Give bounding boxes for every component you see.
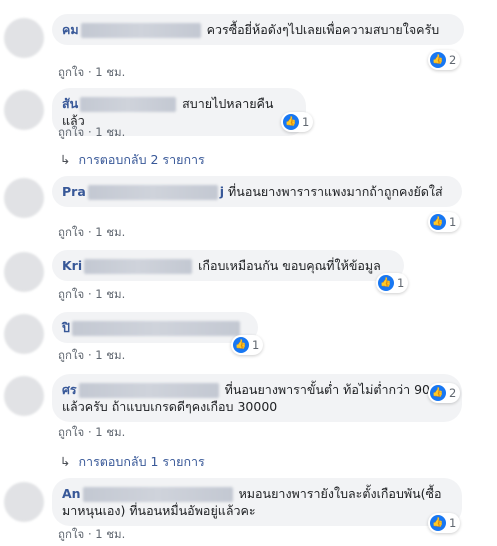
like-link[interactable]: ถูกใจ <box>58 348 84 362</box>
redacted-name <box>84 259 193 274</box>
commenter-name[interactable]: Pra <box>62 184 86 199</box>
comment-meta: ถูกใจ · 1 ชม. <box>58 225 126 239</box>
comment-meta: ถูกใจ · 1 ชม. <box>58 348 126 362</box>
thumbs-up-icon: 👍 <box>430 515 446 531</box>
reply-arrow-icon: ↳ <box>60 454 71 469</box>
reply-arrow-icon: ↳ <box>60 152 71 167</box>
timestamp[interactable]: 1 ชม. <box>95 425 125 439</box>
thumbs-up-icon: 👍 <box>430 214 446 230</box>
redacted-name <box>82 487 233 502</box>
avatar[interactable] <box>4 376 44 416</box>
redacted-name <box>87 185 218 200</box>
like-link[interactable]: ถูกใจ <box>58 65 84 79</box>
avatar[interactable] <box>4 178 44 218</box>
commenter-name[interactable]: ศร <box>62 382 77 397</box>
thumbs-up-icon: 👍 <box>283 114 299 130</box>
thumbs-up-icon: 👍 <box>430 52 446 68</box>
view-replies-link[interactable]: ↳ การตอบกลับ 1 รายการ <box>60 452 205 472</box>
reaction-count[interactable]: 👍 2 <box>428 50 461 70</box>
redacted-name <box>80 23 201 38</box>
like-link[interactable]: ถูกใจ <box>58 125 84 139</box>
comment-text: ที่นอนยางพาราราแพงมากถ้าถูกคงยัดใส่ <box>228 184 443 199</box>
thumbs-up-icon: 👍 <box>233 337 249 353</box>
avatar[interactable] <box>4 314 44 354</box>
avatar[interactable] <box>4 252 44 292</box>
avatar[interactable] <box>4 90 44 130</box>
commenter-name[interactable]: สัน <box>62 96 78 111</box>
timestamp[interactable]: 1 ชม. <box>95 527 125 541</box>
reaction-count[interactable]: 👍 1 <box>428 212 461 232</box>
comment-bubble: Pra j ที่นอนยางพาราราแพงมากถ้าถูกคงยัดใส่ <box>52 176 462 207</box>
comment-bubble: ศร ที่นอนยางพาราขั้นต่ำ ท้อไม่ต่ำกว่า 90… <box>52 374 462 422</box>
comment-bubble: An หมอนยางพารายังใบละตั้งเกือบพัน(ซื้อมา… <box>52 478 462 526</box>
like-link[interactable]: ถูกใจ <box>58 425 84 439</box>
view-replies-link[interactable]: ↳ การตอบกลับ 2 รายการ <box>60 150 205 170</box>
timestamp[interactable]: 1 ชม. <box>95 125 125 139</box>
commenter-name[interactable]: คม <box>62 22 79 37</box>
comment-meta: ถูกใจ · 1 ชม. <box>58 527 126 541</box>
comment-meta: ถูกใจ · 1 ชม. <box>58 125 126 139</box>
comment-bubble: คม ควรซื้อยี่ห้อดังๆไปเลยเพื่อความสบายใจ… <box>52 14 464 45</box>
comment-meta: ถูกใจ · 1 ชม. <box>58 425 126 439</box>
avatar[interactable] <box>4 482 44 522</box>
commenter-name[interactable]: An <box>62 486 81 501</box>
redacted-name <box>78 383 219 398</box>
reaction-count[interactable]: 👍 2 <box>428 383 461 403</box>
comment-text: เกือบเหมือนกัน ขอบคุณที่ให้ข้อมูล <box>198 258 381 273</box>
timestamp[interactable]: 1 ชม. <box>95 225 125 239</box>
redacted-name <box>80 97 177 112</box>
comment-bubble: ปิ <box>52 312 258 343</box>
commenter-name[interactable]: ปิ <box>62 320 70 335</box>
reaction-count[interactable]: 👍 1 <box>428 513 461 533</box>
thumbs-up-icon: 👍 <box>430 385 446 401</box>
reaction-count[interactable]: 👍 1 <box>376 273 409 293</box>
commenter-name[interactable]: Kri <box>62 258 82 273</box>
reaction-count[interactable]: 👍 1 <box>231 335 264 355</box>
comment-text: ควรซื้อยี่ห้อดังๆไปเลยเพื่อความสบายใจครั… <box>206 22 440 37</box>
comment-meta: ถูกใจ · 1 ชม. <box>58 287 126 301</box>
comment-meta: ถูกใจ · 1 ชม. <box>58 65 126 79</box>
reaction-count[interactable]: 👍 1 <box>281 112 314 132</box>
comment-bubble: Kri เกือบเหมือนกัน ขอบคุณที่ให้ข้อมูล <box>52 250 404 281</box>
redacted-name <box>71 321 240 336</box>
timestamp[interactable]: 1 ชม. <box>95 287 125 301</box>
like-link[interactable]: ถูกใจ <box>58 527 84 541</box>
like-link[interactable]: ถูกใจ <box>58 287 84 301</box>
avatar[interactable] <box>4 18 44 58</box>
timestamp[interactable]: 1 ชม. <box>95 65 125 79</box>
thumbs-up-icon: 👍 <box>378 275 394 291</box>
timestamp[interactable]: 1 ชม. <box>95 348 125 362</box>
like-link[interactable]: ถูกใจ <box>58 225 84 239</box>
